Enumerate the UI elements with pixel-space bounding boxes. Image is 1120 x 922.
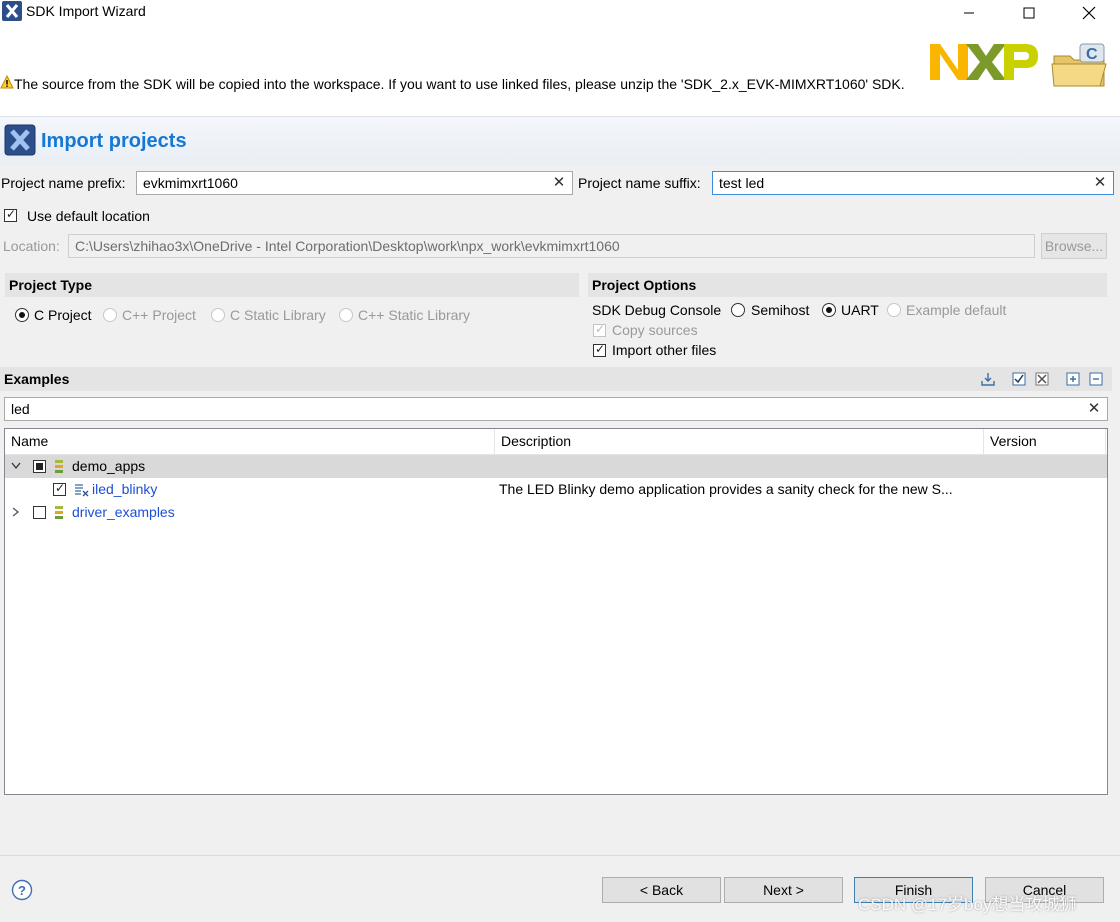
project-options-heading: Project Options	[588, 273, 1107, 297]
column-header-version[interactable]: Version	[984, 429, 1106, 454]
radio-cpp-static-library-label: C++ Static Library	[358, 307, 471, 323]
suffix-label: Project name suffix:	[578, 175, 701, 191]
location-input[interactable]	[69, 235, 1021, 257]
checkmark-icon: ✓	[55, 481, 66, 495]
import-example-icon[interactable]	[980, 371, 996, 387]
project-prefix-field[interactable]: ✕	[136, 171, 573, 195]
column-header-name[interactable]: Name	[5, 429, 495, 454]
project-suffix-input[interactable]	[713, 172, 1099, 194]
svg-text:?: ?	[18, 883, 26, 898]
radio-c-project-label: C Project	[34, 307, 92, 323]
examples-tree[interactable]: Name Description Version demo_apps ✓ ile…	[4, 428, 1108, 795]
close-icon[interactable]	[1066, 0, 1112, 26]
debug-console-label: SDK Debug Console	[592, 302, 722, 318]
radio-button[interactable]	[822, 303, 836, 317]
tree-row-iled-blinky[interactable]: ✓ iled_blinky The LED Blinky demo applic…	[5, 478, 1107, 501]
maximize-icon[interactable]	[1006, 0, 1052, 26]
back-button[interactable]: < Back	[602, 877, 721, 903]
radio-button[interactable]	[15, 308, 29, 322]
radio-cpp-project[interactable]	[103, 308, 117, 325]
next-button[interactable]: Next >	[724, 877, 843, 903]
tree-checkbox[interactable]	[33, 506, 46, 519]
copy-warning-message: The source from the SDK will be copied i…	[14, 76, 905, 92]
checkbox-box[interactable]: ✓	[593, 342, 606, 357]
tree-checkbox[interactable]: ✓	[53, 481, 66, 496]
radio-button[interactable]	[339, 308, 353, 322]
column-header-description[interactable]: Description	[495, 429, 984, 454]
use-default-location-label: Use default location	[27, 208, 150, 224]
import-folder-icon: C	[1051, 43, 1107, 87]
checkmark-icon: ✓	[6, 207, 17, 221]
tree-row-driver-examples[interactable]: driver_examples	[5, 501, 1107, 524]
checkbox-box[interactable]: ✓	[593, 322, 606, 337]
library-icon	[55, 506, 63, 519]
project-suffix-field[interactable]: ✕	[712, 171, 1114, 195]
radio-example-default[interactable]	[887, 303, 901, 320]
location-label: Location:	[3, 238, 60, 254]
use-default-location-checkbox[interactable]: ✓	[4, 207, 17, 225]
radio-example-default-label: Example default	[906, 302, 1007, 318]
example-project-icon	[75, 484, 89, 497]
radio-c-project[interactable]	[15, 308, 29, 325]
tree-checkbox[interactable]	[33, 460, 46, 473]
checkmark-icon: ✓	[595, 342, 606, 356]
partial-check-icon	[36, 463, 43, 470]
radio-button[interactable]	[211, 308, 225, 322]
clear-suffix-icon[interactable]: ✕	[1091, 174, 1109, 192]
examples-filter-field[interactable]: ✕	[4, 397, 1108, 421]
collapse-all-icon[interactable]	[1088, 371, 1104, 387]
radio-button[interactable]	[103, 308, 117, 322]
page-title: Import projects	[41, 130, 187, 152]
library-icon	[55, 460, 63, 473]
watermark: CSDN @17岁boy想当攻城狮	[858, 895, 1077, 914]
project-type-heading: Project Type	[5, 273, 579, 297]
help-icon[interactable]: ?	[11, 879, 33, 901]
tree-item-description: The LED Blinky demo application provides…	[499, 481, 953, 497]
import-other-files-checkbox[interactable]: ✓	[593, 342, 606, 360]
chevron-down-icon[interactable]	[11, 462, 21, 470]
window-title: SDK Import Wizard	[26, 3, 146, 19]
warning-icon	[0, 75, 14, 89]
clear-prefix-icon[interactable]: ✕	[550, 174, 568, 192]
radio-semihost-label: Semihost	[751, 302, 810, 318]
minimize-icon[interactable]	[946, 0, 992, 26]
tree-item-label: driver_examples	[72, 504, 175, 520]
location-field[interactable]	[68, 234, 1035, 258]
tree-header: Name Description Version	[5, 429, 1107, 455]
import-projects-icon	[4, 124, 36, 156]
examples-filter-input[interactable]	[5, 398, 1087, 420]
radio-button[interactable]	[731, 303, 745, 317]
radio-semihost[interactable]	[731, 303, 745, 320]
radio-cpp-static-library[interactable]	[339, 308, 353, 325]
svg-text:C: C	[1086, 46, 1098, 63]
radio-c-static-library-label: C Static Library	[230, 307, 326, 323]
tree-item-label: iled_blinky	[92, 481, 158, 497]
project-prefix-input[interactable]	[137, 172, 558, 194]
mcuxpresso-app-icon	[2, 1, 22, 21]
select-all-icon[interactable]	[1011, 371, 1027, 387]
radio-c-static-library[interactable]	[211, 308, 225, 325]
checkmark-icon: ✓	[595, 322, 606, 336]
chevron-right-icon[interactable]	[12, 507, 20, 517]
tree-item-label: demo_apps	[72, 458, 146, 474]
radio-cpp-project-label: C++ Project	[122, 307, 196, 323]
examples-heading: Examples	[0, 367, 1112, 391]
import-other-files-label: Import other files	[612, 342, 717, 358]
clear-filter-icon[interactable]: ✕	[1085, 400, 1103, 418]
nxp-logo	[930, 44, 1038, 80]
checkbox-box[interactable]: ✓	[4, 207, 17, 222]
browse-button[interactable]: Browse...	[1041, 233, 1107, 259]
radio-uart[interactable]	[822, 303, 836, 320]
radio-uart-label: UART	[841, 302, 879, 318]
deselect-all-icon[interactable]	[1034, 371, 1050, 387]
expand-all-icon[interactable]	[1065, 371, 1081, 387]
copy-sources-label: Copy sources	[612, 322, 698, 338]
prefix-label: Project name prefix:	[1, 175, 126, 191]
tree-row-demo-apps[interactable]: demo_apps	[5, 455, 1107, 478]
copy-sources-checkbox[interactable]: ✓	[593, 322, 606, 340]
radio-button[interactable]	[887, 303, 901, 317]
